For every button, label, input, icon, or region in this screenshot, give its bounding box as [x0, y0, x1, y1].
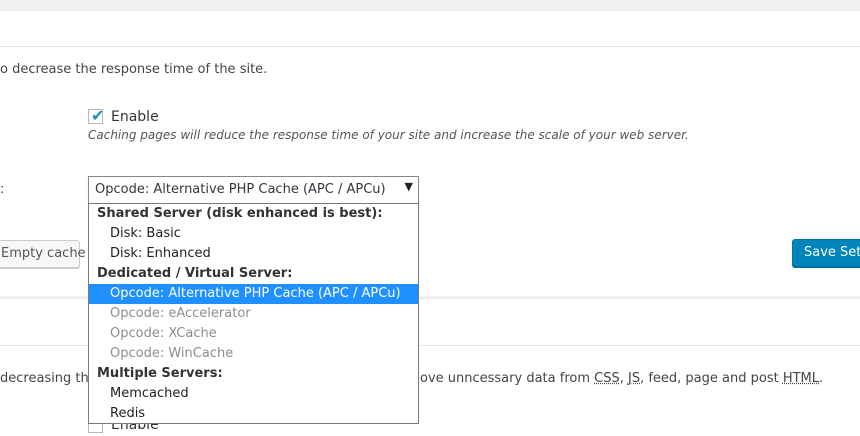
- minify-description-mid: ove unncessary data from: [420, 371, 595, 386]
- dropdown-option[interactable]: Memcached: [89, 384, 418, 404]
- minify-description-tail: , feed, page and post: [640, 371, 783, 386]
- page-cache-method-label: :: [0, 182, 5, 197]
- dropdown-option[interactable]: Disk: Enhanced: [89, 244, 418, 264]
- dropdown-option: Opcode: eAccelerator: [110, 306, 251, 321]
- dropdown-option-group: Dedicated / Virtual Server:: [97, 266, 293, 281]
- page-cache-method-dropdown-list[interactable]: Shared Server (disk enhanced is best): Di…: [88, 203, 419, 424]
- page-cache-enable-checkbox[interactable]: ✔: [88, 106, 105, 125]
- dropdown-option: Opcode: WinCache: [110, 346, 234, 361]
- dropdown-arrow-icon: ▼: [404, 180, 413, 193]
- page-cache-enable-label: Enable: [111, 109, 159, 125]
- select-current-value: Opcode: Alternative PHP Cache (APC / APC…: [95, 182, 386, 197]
- js-abbr: JS: [627, 371, 641, 386]
- dropdown-option[interactable]: Disk: Basic: [89, 224, 418, 244]
- period: .: [819, 371, 824, 386]
- html-abbr: HTML: [782, 371, 820, 386]
- minify-description: ove unncessary data from CSS, JS, feed, …: [420, 371, 823, 386]
- dropdown-option[interactable]: Opcode: Alternative PHP Cache (APC / APC…: [89, 284, 418, 304]
- page-cache-description: o decrease the response time of the site…: [0, 62, 268, 77]
- dropdown-option-group: Multiple Servers:: [97, 366, 223, 381]
- css-abbr: CSS: [594, 371, 620, 386]
- save-settings-button[interactable]: Save Setti: [792, 239, 860, 267]
- dropdown-option-group: Shared Server (disk enhanced is best):: [97, 206, 383, 221]
- empty-cache-button[interactable]: Empty cache: [0, 240, 86, 268]
- dropdown-option: Opcode: XCache: [110, 326, 217, 341]
- dropdown-option[interactable]: Redis: [89, 404, 418, 424]
- checkmark-icon: ✔: [91, 106, 105, 125]
- separator-1: ,: [619, 371, 628, 386]
- panel-header-divider: [0, 46, 860, 47]
- page-cache-hint: Caching pages will reduce the response t…: [88, 128, 689, 142]
- page-cache-method-select[interactable]: Opcode: Alternative PHP Cache (APC / APC…: [88, 176, 419, 204]
